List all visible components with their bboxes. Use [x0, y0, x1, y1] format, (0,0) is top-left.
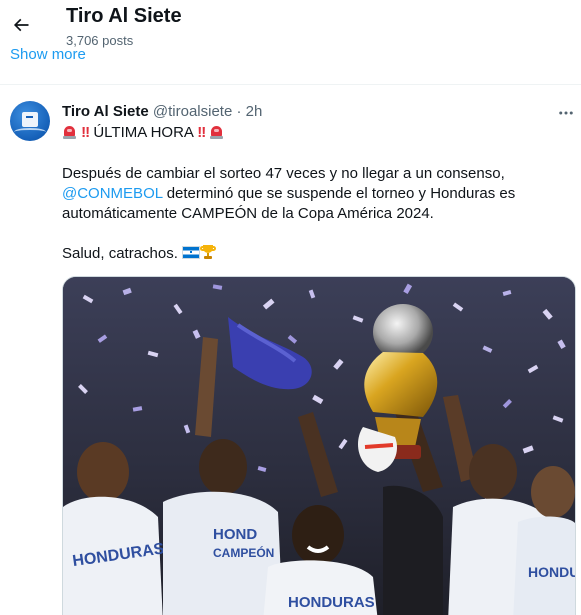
tweet-media-image[interactable]: HONDURAS HOND CAMPEÓN HONDURAS HONDURAS — [62, 276, 576, 615]
author-name[interactable]: Tiro Al Siete — [62, 103, 149, 120]
arrow-left-icon — [13, 18, 29, 32]
svg-text:CAMPEÓN: CAMPEÓN — [213, 545, 274, 560]
double-exclamation-icon: !! — [81, 124, 90, 141]
svg-text:HONDURAS: HONDURAS — [288, 594, 375, 611]
header-title: Tiro Al Siete — [66, 5, 182, 27]
police-light-icon — [62, 124, 77, 139]
back-button[interactable] — [4, 8, 38, 42]
profile-header: Tiro Al Siete 3,706 posts — [0, 0, 581, 64]
mention-link[interactable]: @CONMEBOL — [62, 185, 163, 202]
more-horizontal-icon — [559, 111, 573, 115]
tweet-time[interactable]: 2h — [246, 103, 263, 120]
show-more-link[interactable]: Show more — [10, 46, 86, 64]
tweet-body-line-1: Después de cambiar el sorteo 47 veces y … — [62, 165, 505, 182]
headline-text: ÚLTIMA HORA — [93, 124, 194, 141]
author-handle[interactable]: @tiroalsiete — [153, 103, 232, 120]
divider — [0, 84, 581, 85]
tweet-meta: Tiro Al Siete @tiroalsiete · 2h — [62, 103, 262, 120]
celebration-photo: HONDURAS HOND CAMPEÓN HONDURAS HONDURAS — [63, 277, 576, 615]
double-exclamation-icon: !! — [197, 124, 206, 141]
tweet-body-line-2: @CONMEBOL determinó que se suspende el t… — [62, 185, 516, 202]
trophy-icon — [200, 244, 217, 260]
svg-text:HONDURAS: HONDURAS — [528, 564, 576, 580]
tweet-headline: !! ÚLTIMA HORA !! — [62, 123, 224, 143]
police-light-icon — [209, 124, 224, 139]
svg-text:HOND: HOND — [213, 526, 257, 543]
meta-separator: · — [236, 103, 242, 120]
honduras-flag-icon — [182, 246, 201, 259]
more-button[interactable] — [556, 103, 576, 123]
avatar[interactable] — [10, 101, 50, 141]
tweet-body-line-3: automáticamente CAMPEÓN de la Copa Améri… — [62, 205, 434, 222]
tweet-signoff: Salud, catrachos. — [62, 244, 217, 264]
logo-icon — [22, 112, 38, 127]
